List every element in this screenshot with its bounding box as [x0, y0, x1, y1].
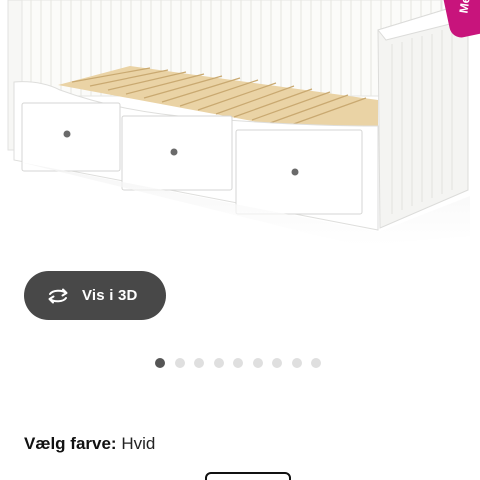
carousel-dot[interactable] — [311, 358, 321, 368]
color-swatch-selected[interactable] — [205, 472, 291, 480]
promo-badge-label: Me — [456, 0, 473, 15]
carousel-dot[interactable] — [155, 358, 165, 368]
view-in-3d-label: Vis i 3D — [82, 287, 138, 304]
carousel-dot[interactable] — [213, 358, 224, 368]
color-label: Vælg farve: — [24, 434, 117, 453]
carousel-dot[interactable] — [194, 358, 204, 368]
carousel-dot[interactable] — [174, 358, 185, 368]
carousel-dot[interactable] — [272, 358, 282, 368]
color-value: Hvid — [121, 434, 156, 453]
product-image — [0, 0, 480, 250]
carousel-dot[interactable] — [252, 358, 263, 368]
view-in-3d-button[interactable]: Vis i 3D — [24, 271, 166, 320]
color-selection: Vælg farve: Hvid — [24, 434, 155, 454]
carousel-dot[interactable] — [291, 358, 302, 368]
carousel-dots — [155, 358, 331, 368]
rotate-3d-icon — [48, 288, 68, 303]
carousel-dot[interactable] — [233, 358, 243, 368]
